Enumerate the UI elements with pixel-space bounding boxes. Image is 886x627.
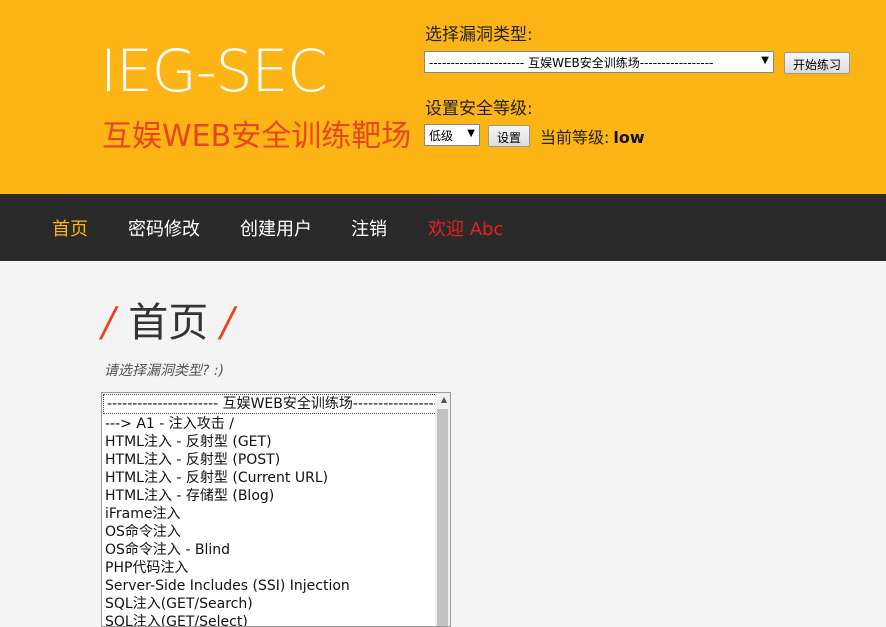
page-title: / 首页 / <box>102 290 234 348</box>
nav-item-welcome-user[interactable]: 欢迎 Abc <box>428 215 503 241</box>
list-item[interactable]: OS命令注入 <box>102 523 450 541</box>
security-level-select[interactable]: 低级 ▼ <box>424 124 480 146</box>
vuln-type-select[interactable]: ---------------------- 互娱WEB安全训练场-------… <box>424 51 774 73</box>
title-slash-left: / <box>102 300 116 346</box>
list-item[interactable]: SQL注入(GET/Search) <box>102 595 450 613</box>
list-item[interactable]: PHP代码注入 <box>102 559 450 577</box>
vuln-type-select-value: ---------------------- 互娱WEB安全训练场-------… <box>429 56 714 70</box>
chevron-down-icon: ▼ <box>761 55 769 66</box>
nav-item-change-password[interactable]: 密码修改 <box>128 215 200 241</box>
list-item[interactable]: OS命令注入 - Blind <box>102 541 450 559</box>
nav-item-logout[interactable]: 注销 <box>351 215 387 241</box>
current-level-label: 当前等级: <box>540 128 610 147</box>
list-item[interactable]: SQL注入(GET/Select) <box>102 613 450 626</box>
page-title-text: 首页 <box>128 300 209 346</box>
nav-item-create-user[interactable]: 创建用户 <box>240 215 312 241</box>
current-level-value: low <box>613 128 645 147</box>
list-item[interactable]: iFrame注入 <box>102 505 450 523</box>
chevron-down-icon: ▼ <box>467 128 475 139</box>
nav-item-home[interactable]: 首页 <box>52 215 88 241</box>
top-nav: 首页 密码修改 创建用户 注销 欢迎 Abc <box>0 194 886 261</box>
logo: IEG-SEC <box>100 37 328 105</box>
listbox-scrollbar[interactable]: ▲ <box>435 393 450 626</box>
site-subtitle: 互娱WEB安全训练靶场 <box>102 119 412 154</box>
select-prompt: 请选择漏洞类型? :) <box>104 363 225 379</box>
security-level-select-value: 低级 <box>429 129 454 143</box>
start-practice-button[interactable]: 开始练习 <box>784 52 851 74</box>
list-item[interactable]: HTML注入 - 反射型 (Current URL) <box>102 469 450 487</box>
vuln-type-label: 选择漏洞类型: <box>425 25 533 45</box>
set-level-button[interactable]: 设置 <box>488 125 531 147</box>
list-item[interactable]: HTML注入 - 存储型 (Blog) <box>102 487 450 505</box>
security-level-label: 设置安全等级: <box>425 99 533 119</box>
header: IEG-SEC 互娱WEB安全训练靶场 选择漏洞类型: ------------… <box>0 0 886 194</box>
list-item[interactable]: HTML注入 - 反射型 (POST) <box>102 451 450 469</box>
current-level: 当前等级: low <box>540 124 645 148</box>
list-item[interactable]: Server-Side Includes (SSI) Injection <box>102 577 450 595</box>
scroll-up-icon[interactable]: ▲ <box>441 395 447 404</box>
vuln-list: ---------------------- 互娱WEB安全训练场-------… <box>102 394 450 626</box>
scrollbar-thumb[interactable] <box>437 409 448 626</box>
list-item[interactable]: HTML注入 - 反射型 (GET) <box>102 433 450 451</box>
vuln-listbox[interactable]: ---------------------- 互娱WEB安全训练场-------… <box>101 392 451 627</box>
list-item[interactable]: ---------------------- 互娱WEB安全训练场-------… <box>103 394 449 414</box>
list-item[interactable]: ---> A1 - 注入攻击 / <box>102 415 450 433</box>
title-slash-right: / <box>220 300 235 346</box>
